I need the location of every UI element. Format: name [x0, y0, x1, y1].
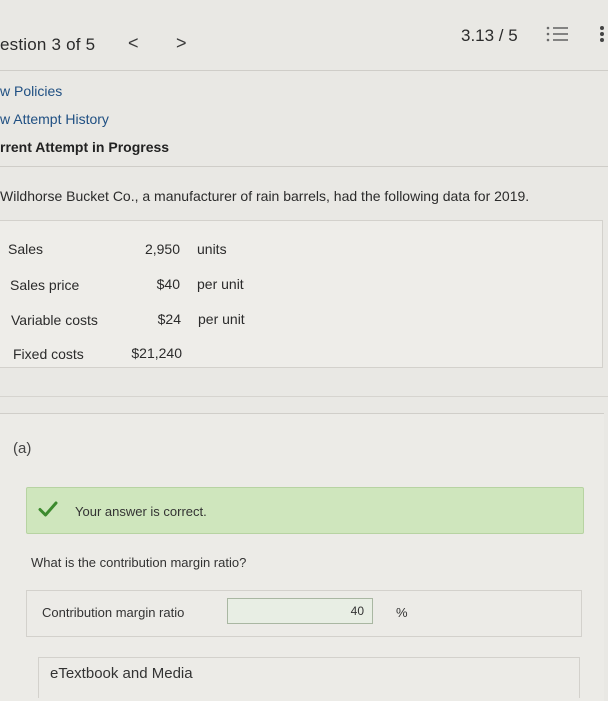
percent-unit: %: [396, 605, 408, 620]
question-text: What is the contribution margin ratio?: [31, 555, 247, 570]
row-unit-variable-costs: per unit: [198, 311, 245, 327]
row-value-sales: 2,950: [144, 241, 180, 257]
view-attempt-history-link[interactable]: w Attempt History: [0, 111, 109, 127]
row-label-variable-costs: Variable costs: [11, 312, 98, 328]
list-icon[interactable]: [545, 24, 569, 44]
check-icon: [38, 501, 58, 517]
question-counter: estion 3 of 5: [0, 35, 96, 54]
answer-label: Contribution margin ratio: [42, 605, 185, 620]
row-label-sales-price: Sales price: [10, 277, 80, 293]
row-label-fixed-costs: Fixed costs: [13, 346, 84, 362]
etextbook-media-link[interactable]: eTextbook and Media: [50, 665, 193, 682]
row-unit-sales: units: [197, 241, 227, 257]
table-bottom-divider: [0, 396, 608, 397]
data-table: [0, 220, 603, 368]
current-attempt-heading: rrent Attempt in Progress: [0, 139, 170, 155]
problem-statement: Wildhorse Bucket Co., a manufacturer of …: [0, 188, 530, 204]
view-policies-link[interactable]: w Policies: [0, 83, 62, 99]
row-value-variable-costs: $24: [157, 311, 181, 327]
row-value-fixed-costs: $21,240: [131, 345, 182, 361]
row-label-sales: Sales: [8, 241, 44, 257]
previous-question-button[interactable]: <: [128, 33, 139, 54]
more-vertical-icon[interactable]: [599, 24, 605, 44]
row-value-sales-price: $40: [156, 276, 180, 292]
feedback-text: Your answer is correct.: [75, 504, 207, 519]
row-unit-sales-price: per unit: [197, 276, 244, 292]
next-question-button[interactable]: >: [176, 33, 187, 54]
section-divider: [0, 166, 608, 167]
score-display: 3.13 / 5: [461, 26, 518, 45]
part-label: (a): [13, 440, 32, 457]
header-divider: [0, 70, 608, 71]
contribution-margin-ratio-input[interactable]: [227, 598, 373, 624]
